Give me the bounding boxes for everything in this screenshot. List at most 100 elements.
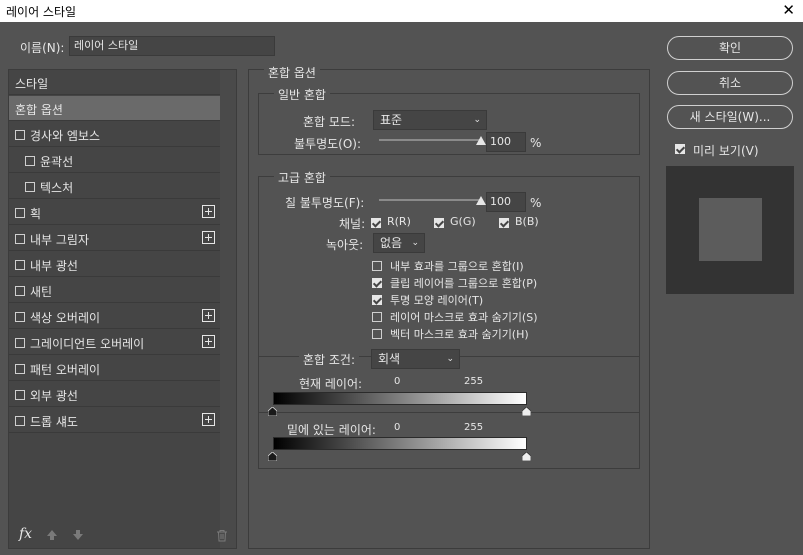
opacity-label: 불투명도(O): xyxy=(294,137,362,151)
channel-label: R(R) xyxy=(387,215,411,228)
channel-checkbox[interactable] xyxy=(434,218,444,228)
style-item[interactable]: 새틴 xyxy=(9,278,220,303)
advanced-option-checkbox[interactable] xyxy=(372,295,382,305)
styles-list-scrollbar[interactable] xyxy=(220,70,236,548)
underlying-layer-label: 밑에 있는 레이어: xyxy=(287,423,376,437)
fill-opacity-slider[interactable] xyxy=(379,199,481,201)
opacity-unit: % xyxy=(530,136,542,150)
arrow-up-icon[interactable] xyxy=(46,529,58,541)
this-layer-gradient xyxy=(273,392,527,405)
advanced-option-checkbox[interactable] xyxy=(372,261,382,271)
advanced-option-label: 클립 레이어를 그룹으로 혼합(P) xyxy=(390,277,538,290)
add-style-icon[interactable] xyxy=(202,413,215,426)
arrow-down-icon[interactable] xyxy=(72,529,84,541)
style-item-label: 경사와 엠보스 xyxy=(30,129,101,143)
advanced-option-checkbox[interactable] xyxy=(372,312,382,322)
preview-label: 미리 보기(V) xyxy=(693,144,759,158)
style-item-label: 드롭 섀도 xyxy=(30,415,78,429)
style-item-checkbox[interactable] xyxy=(15,286,25,296)
window-title: 레이어 스타일 xyxy=(6,5,77,19)
style-item-label: 윤곽선 xyxy=(40,155,74,169)
blend-options-title: 혼합 옵션 xyxy=(264,64,320,81)
style-item[interactable]: 색상 오버레이 xyxy=(9,304,220,329)
add-style-icon[interactable] xyxy=(202,335,215,348)
advanced-option-label: 벡터 마스크로 효과 숨기기(H) xyxy=(390,328,529,341)
this-layer-label: 현재 레이어: xyxy=(299,377,363,391)
advanced-option-label: 투명 모양 레이어(T) xyxy=(390,294,484,307)
style-item[interactable]: 외부 광선 xyxy=(9,382,220,407)
style-item-label: 외부 광선 xyxy=(30,389,78,403)
name-input[interactable]: 레이어 스타일 xyxy=(69,36,275,56)
style-item[interactable]: 스타일 xyxy=(9,70,220,95)
style-item[interactable]: 획 xyxy=(9,200,220,225)
style-item-checkbox[interactable] xyxy=(15,338,25,348)
advanced-option-label: 레이어 마스크로 효과 숨기기(S) xyxy=(390,311,538,324)
style-item-checkbox[interactable] xyxy=(15,364,25,374)
style-item-checkbox[interactable] xyxy=(15,312,25,322)
blend-if-select[interactable]: 회색 ⌄ xyxy=(371,349,460,369)
advanced-option-checkbox[interactable] xyxy=(372,329,382,339)
advanced-blending-title: 고급 혼합 xyxy=(274,169,330,186)
preview-checkbox[interactable] xyxy=(675,144,685,154)
style-item[interactable]: 내부 그림자 xyxy=(9,226,220,251)
style-item-label: 그레이디언트 오버레이 xyxy=(30,337,145,351)
trash-icon[interactable] xyxy=(216,529,228,542)
add-style-icon[interactable] xyxy=(202,309,215,322)
underlying-layer-min: 0 xyxy=(394,422,401,433)
style-item-label: 혼합 옵션 xyxy=(15,103,63,117)
style-item[interactable]: 윤곽선 xyxy=(9,148,220,173)
style-item[interactable]: 혼합 옵션 xyxy=(9,96,220,121)
general-blending-group: 일반 혼합 혼합 모드: 표준 ⌄ 불투명도(O): 100 % xyxy=(258,86,640,155)
style-item[interactable]: 패턴 오버레이 xyxy=(9,356,220,381)
opacity-input[interactable]: 100 xyxy=(486,132,526,152)
style-item[interactable]: 텍스처 xyxy=(9,174,220,199)
style-item[interactable]: 경사와 엠보스 xyxy=(9,122,220,147)
title-bar: 레이어 스타일 ✕ xyxy=(0,0,803,22)
blend-if-label: 혼합 조건: xyxy=(299,351,360,368)
advanced-option-checkbox[interactable] xyxy=(372,278,382,288)
style-item-checkbox[interactable] xyxy=(15,208,25,218)
advanced-option-label: 내부 효과를 그룹으로 혼합(I) xyxy=(390,260,524,273)
chevron-down-icon: ⌄ xyxy=(446,354,454,364)
style-preview-swatch xyxy=(699,198,762,261)
style-item-label: 색상 오버레이 xyxy=(30,311,101,325)
underlying-layer-black-stop[interactable] xyxy=(268,452,277,461)
new-style-button[interactable]: 새 스타일(W)... xyxy=(667,105,793,129)
opacity-slider[interactable] xyxy=(379,139,481,141)
style-item[interactable]: 그레이디언트 오버레이 xyxy=(9,330,220,355)
style-item[interactable]: 드롭 섀도 xyxy=(9,408,220,433)
fill-opacity-label: 칠 불투명도(F): xyxy=(285,196,365,210)
ok-button[interactable]: 확인 xyxy=(667,36,793,60)
style-item-label: 스타일 xyxy=(15,77,49,91)
add-style-icon[interactable] xyxy=(202,205,215,218)
opacity-slider-thumb[interactable] xyxy=(476,136,486,145)
add-style-icon[interactable] xyxy=(202,231,215,244)
fx-icon[interactable]: fx xyxy=(19,526,32,542)
style-item-checkbox[interactable] xyxy=(15,130,25,140)
this-layer-white-stop[interactable] xyxy=(522,407,531,416)
fill-opacity-input[interactable]: 100 xyxy=(486,192,526,212)
blend-if-value: 회색 xyxy=(378,352,401,366)
style-item-checkbox[interactable] xyxy=(25,182,35,192)
close-icon[interactable]: ✕ xyxy=(782,1,795,19)
knockout-select[interactable]: 없음 ⌄ xyxy=(373,233,425,253)
style-item-checkbox[interactable] xyxy=(15,260,25,270)
underlying-layer-white-stop[interactable] xyxy=(522,452,531,461)
fill-opacity-unit: % xyxy=(530,196,542,210)
this-layer-max: 255 xyxy=(464,376,484,387)
blend-mode-select[interactable]: 표준 ⌄ xyxy=(373,110,487,130)
name-label: 이름(N): xyxy=(20,41,65,55)
blend-mode-value: 표준 xyxy=(380,113,403,127)
fill-opacity-slider-thumb[interactable] xyxy=(476,196,486,205)
style-item-checkbox[interactable] xyxy=(25,156,35,166)
channel-label: B(B) xyxy=(515,215,539,228)
cancel-button[interactable]: 취소 xyxy=(667,71,793,95)
style-item-checkbox[interactable] xyxy=(15,390,25,400)
underlying-layer-gradient xyxy=(273,437,527,450)
style-item-checkbox[interactable] xyxy=(15,234,25,244)
this-layer-black-stop[interactable] xyxy=(268,407,277,416)
channel-checkbox[interactable] xyxy=(371,218,381,228)
style-item[interactable]: 내부 광선 xyxy=(9,252,220,277)
channel-checkbox[interactable] xyxy=(499,218,509,228)
style-item-checkbox[interactable] xyxy=(15,416,25,426)
